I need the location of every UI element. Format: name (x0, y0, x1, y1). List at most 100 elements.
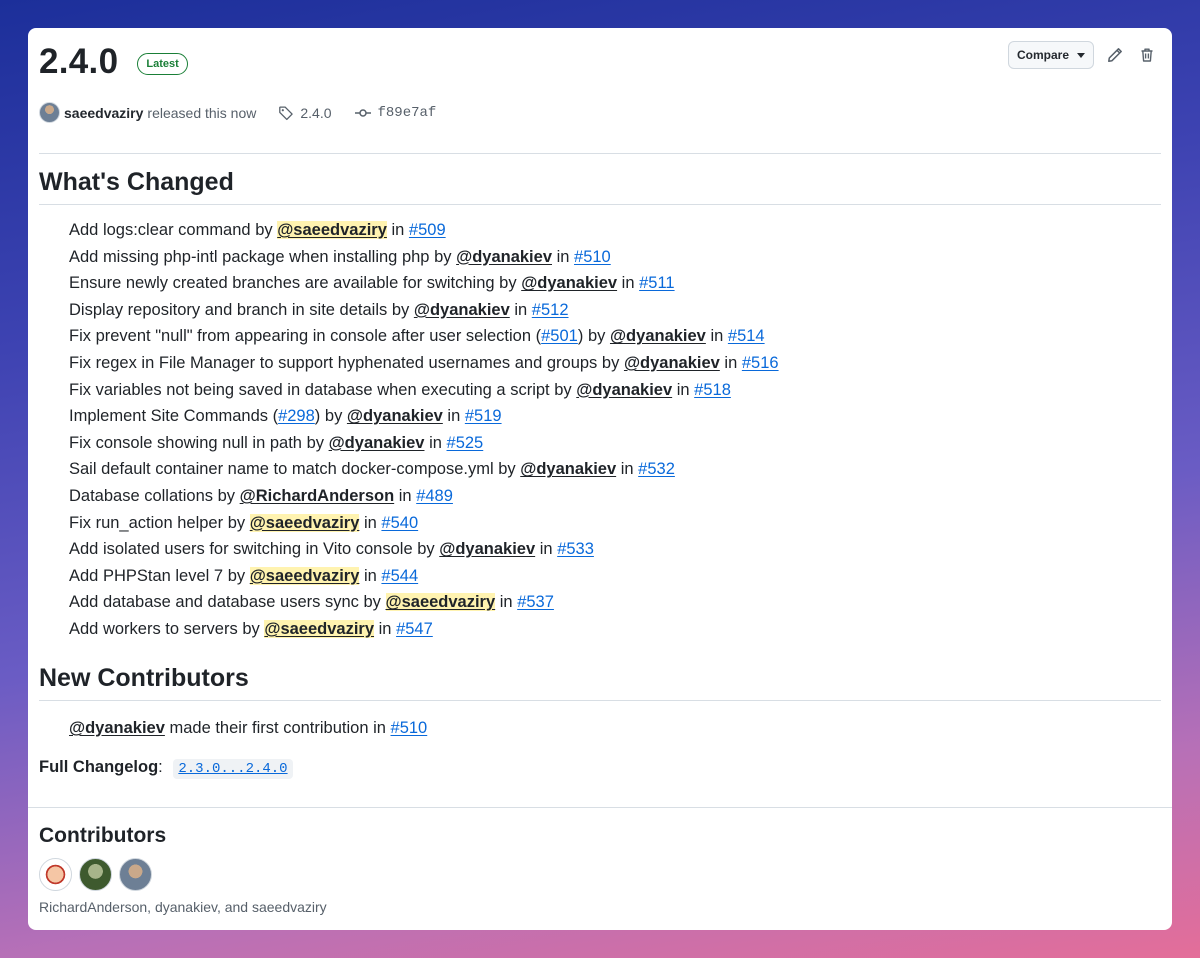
tag-link[interactable]: 2.4.0 (278, 105, 332, 121)
user-mention[interactable]: @dyanakiev (439, 540, 535, 558)
change-item: Fix run_action helper by @saeedvaziry in… (69, 510, 779, 537)
full-changelog: Full Changelog: 2.3.0...2.4.0 (39, 754, 293, 782)
by-word: by (217, 486, 236, 505)
user-mention[interactable]: @dyanakiev (456, 248, 552, 266)
user-mention[interactable]: @dyanakiev (347, 407, 443, 425)
commit-link[interactable]: f89e7af (354, 104, 437, 121)
commit-sha: f89e7af (377, 104, 437, 121)
pr-link[interactable]: #519 (465, 407, 502, 425)
new-contributor-mention[interactable]: @dyanakiev (69, 719, 165, 737)
author-avatar[interactable] (39, 102, 60, 123)
changelog-link[interactable]: 2.3.0...2.4.0 (173, 759, 293, 779)
user-mention[interactable]: @dyanakiev (521, 274, 617, 292)
by-word: by (499, 274, 517, 293)
pr-link[interactable]: #489 (416, 487, 453, 505)
in-word: in (363, 566, 377, 585)
change-item: Ensure newly created branches are availa… (69, 270, 779, 297)
by-word: by (434, 247, 452, 266)
user-mention[interactable]: @saeedvaziry (264, 619, 375, 638)
in-word: in (724, 353, 738, 372)
change-text: Fix run_action helper (69, 513, 224, 532)
user-mention[interactable]: @saeedvaziry (385, 593, 496, 612)
avatar-saeedvaziry[interactable] (119, 858, 152, 891)
by-word: by (306, 433, 324, 452)
user-mention[interactable]: @dyanakiev (610, 327, 706, 345)
by-word: by (227, 566, 246, 585)
pr-link[interactable]: #537 (517, 593, 554, 611)
pr-link[interactable]: #510 (574, 248, 611, 266)
by-word: by (242, 619, 260, 638)
release-title[interactable]: 2.4.0 (39, 42, 118, 82)
change-text: Add workers to servers (69, 619, 238, 638)
pr-link[interactable]: #512 (532, 301, 569, 319)
in-word: in (378, 619, 392, 638)
change-text: Fix variables not being saved in databas… (69, 380, 550, 399)
release-card: 2.4.0 Latest Compare saeedvaziry release… (28, 28, 1172, 930)
user-mention[interactable]: @saeedvaziry (249, 566, 360, 585)
in-word: in (621, 274, 635, 293)
change-text: Database collations (69, 486, 214, 505)
pr-link[interactable]: #518 (694, 381, 731, 399)
changelog-colon: : (158, 758, 163, 776)
contributors-names: RichardAnderson, dyanakiev, and saeedvaz… (39, 899, 327, 915)
avatar-richardanderson[interactable] (39, 858, 72, 891)
pr-link[interactable]: #509 (409, 221, 446, 239)
in-word: in (398, 486, 412, 505)
user-mention[interactable]: @dyanakiev (414, 301, 510, 319)
pr-link[interactable]: #514 (728, 327, 765, 345)
by-word: by (391, 300, 410, 319)
pr-link[interactable]: #516 (742, 354, 779, 372)
user-mention[interactable]: @dyanakiev (520, 460, 616, 478)
changelog-label: Full Changelog (39, 758, 159, 776)
pr-link[interactable]: #540 (381, 514, 418, 532)
pr-link[interactable]: #525 (447, 434, 484, 452)
change-text: Add missing php-intl package when instal… (69, 247, 430, 266)
change-item: Add PHPStan level 7 by @saeedvaziry in #… (69, 563, 779, 590)
divider (28, 807, 1172, 808)
user-mention[interactable]: @saeedvaziry (249, 513, 360, 532)
divider (39, 153, 1161, 154)
pr-link[interactable]: #544 (381, 567, 418, 585)
change-text: ) (577, 327, 584, 346)
change-text: Implement Site Commands ( (69, 407, 279, 426)
delete-button[interactable] (1136, 44, 1158, 66)
in-word: in (620, 460, 634, 479)
change-item: Add database and database users sync by … (69, 589, 779, 616)
commit-icon (354, 108, 371, 117)
by-word: by (498, 460, 516, 479)
user-mention[interactable]: @dyanakiev (624, 354, 720, 372)
pr-link[interactable]: #532 (638, 460, 675, 478)
user-mention[interactable]: @saeedvaziry (277, 221, 387, 239)
edit-icon (1108, 48, 1122, 62)
edit-button[interactable] (1104, 44, 1126, 66)
avatar-dyanakiev[interactable] (79, 858, 112, 891)
change-text: Display repository and branch in site de… (69, 300, 388, 319)
user-mention[interactable]: @dyanakiev (329, 434, 425, 452)
divider (39, 700, 1161, 701)
latest-badge: Latest (137, 53, 188, 75)
in-word: in (676, 380, 690, 399)
by-word: by (601, 353, 620, 372)
change-item: Fix regex in File Manager to support hyp… (69, 350, 779, 377)
change-item: Add workers to servers by @saeedvaziry i… (69, 616, 779, 643)
change-item: Sail default container name to match doc… (69, 456, 779, 483)
change-text: Add logs:clear command (69, 221, 251, 239)
in-word: in (556, 247, 570, 266)
by-word: by (554, 380, 572, 399)
by-word: by (227, 513, 246, 532)
caret-down-icon (1077, 52, 1085, 58)
pr-link[interactable]: #547 (396, 620, 433, 638)
user-mention[interactable]: @RichardAnderson (240, 487, 395, 505)
change-ref-link[interactable]: #298 (278, 407, 315, 425)
new-contributor-text: made their first contribution in (169, 719, 386, 737)
compare-button[interactable]: Compare (1007, 41, 1094, 69)
pr-link[interactable]: #511 (639, 274, 674, 292)
release-header: 2.4.0 Latest (39, 42, 188, 82)
change-item: Add missing php-intl package when instal… (69, 244, 779, 271)
user-mention[interactable]: @dyanakiev (576, 381, 672, 399)
pr-link[interactable]: #533 (557, 540, 594, 558)
change-ref-link[interactable]: #501 (541, 327, 578, 345)
in-word: in (363, 513, 377, 532)
author-link[interactable]: saeedvaziry (64, 105, 143, 121)
new-contributor-pr-link[interactable]: #510 (391, 719, 428, 737)
